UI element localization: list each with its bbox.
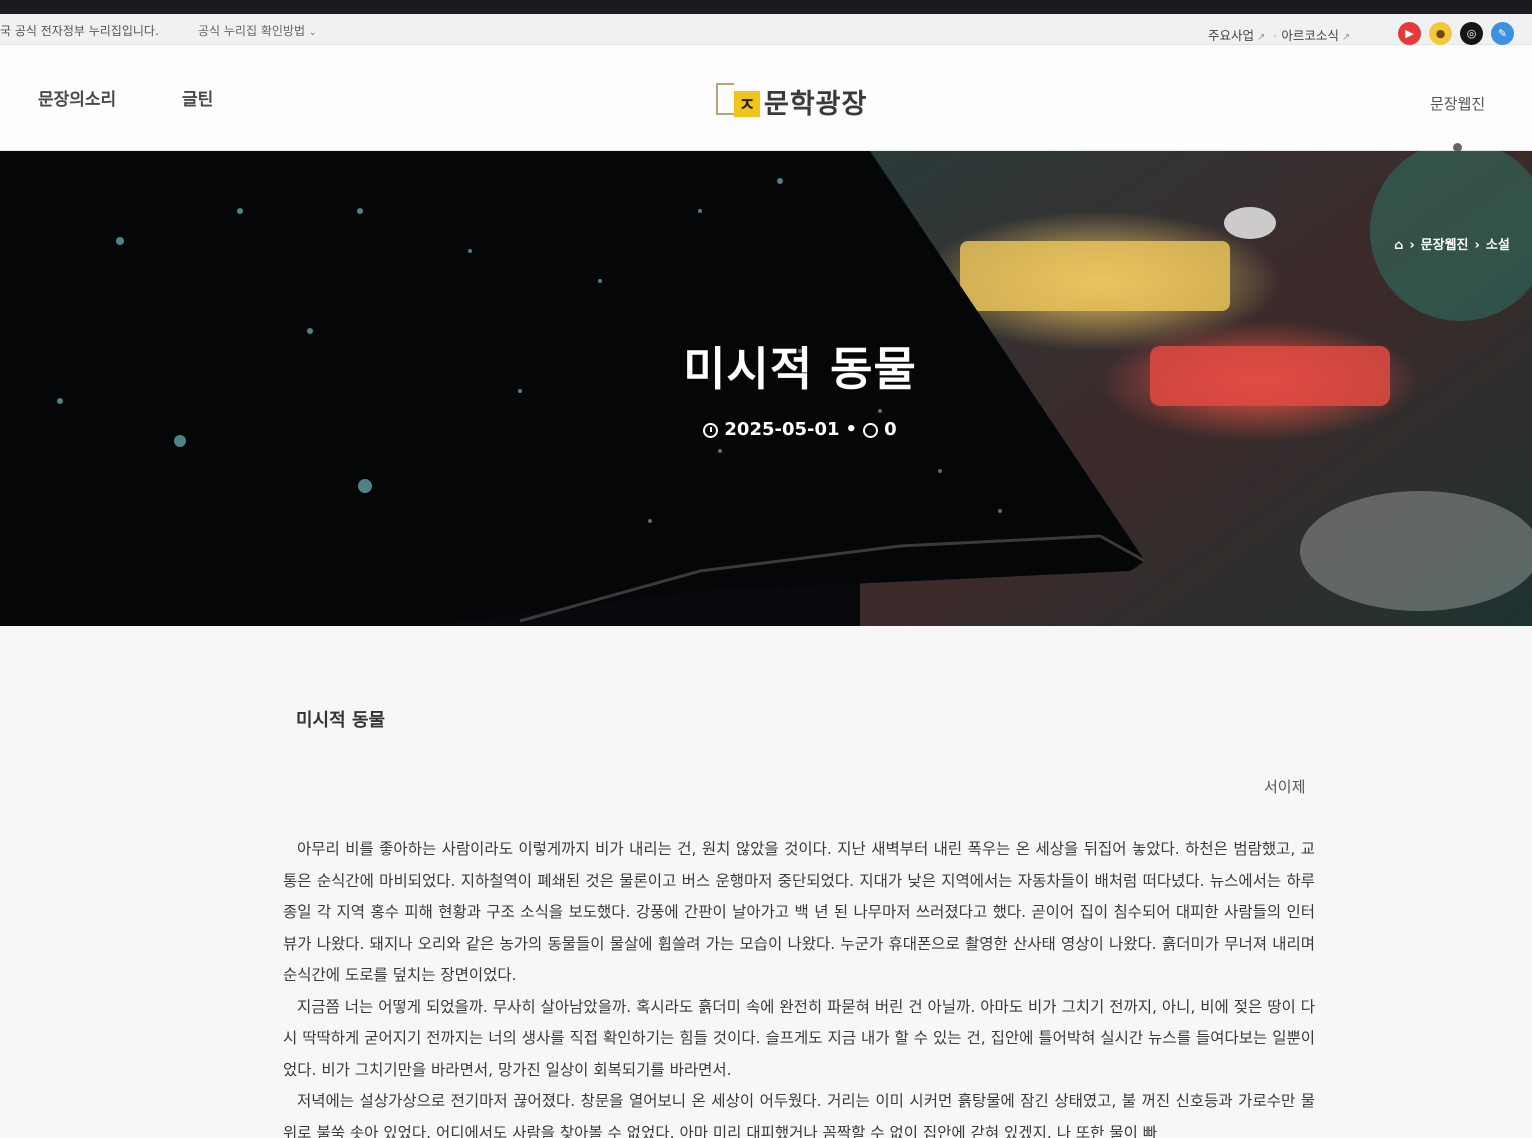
chevron-down-icon: ⌄ bbox=[309, 28, 317, 38]
article-body: 미시적 동물 서이제 아무리 비를 좋아하는 사람이라도 이렇게까지 비가 내리… bbox=[0, 626, 1532, 1138]
nav-geulteen[interactable]: 글틴 bbox=[182, 85, 213, 110]
breadcrumb-separator: › bbox=[1474, 238, 1480, 253]
external-link-icon: ↗ bbox=[1341, 32, 1351, 43]
paragraph: 저녁에는 설상가상으로 전기마저 끊어졌다. 창문을 열어보니 온 세상이 어두… bbox=[283, 1092, 1315, 1138]
clock-icon bbox=[703, 423, 719, 438]
paragraph: 지금쯤 너는 어떻게 되었을까. 무사히 살아남았을까. 혹시라도 흙더미 속에… bbox=[283, 997, 1315, 1079]
gov-guide-label: 공식 누리집 확인방법 bbox=[198, 24, 305, 38]
breadcrumb-separator: › bbox=[1409, 238, 1415, 253]
instagram-icon[interactable]: ◎ bbox=[1460, 22, 1483, 45]
blog-icon[interactable]: ✎ bbox=[1491, 22, 1514, 45]
link-major-projects[interactable]: 주요사업 bbox=[1208, 28, 1254, 43]
breadcrumb: ⌂ › 문장웹진 › 소설 bbox=[1394, 234, 1510, 253]
external-link-icon: ↗ bbox=[1257, 32, 1266, 43]
link-arko-news[interactable]: 아르코소식 bbox=[1281, 28, 1339, 43]
breadcrumb-novel[interactable]: 소설 bbox=[1486, 238, 1510, 253]
logo-text: 문학광장 bbox=[764, 88, 868, 120]
separator-dot: • bbox=[845, 419, 858, 440]
browser-viewport: 국 공식 전자정부 누리집입니다. 공식 누리집 확인방법 ⌄ 주요사업 ↗ · 아르코… bbox=[0, 14, 1532, 1138]
utility-bar: 국 공식 전자정부 누리집입니다. 공식 누리집 확인방법 ⌄ 주요사업 ↗ · 아르코… bbox=[0, 14, 1532, 45]
separator-dot: · bbox=[1273, 28, 1278, 43]
nav-munjang-webzine[interactable]: 문장웹진 bbox=[1430, 93, 1485, 114]
youtube-icon[interactable]: ▶ bbox=[1398, 22, 1421, 45]
breadcrumb-webzine[interactable]: 문장웹진 bbox=[1421, 238, 1469, 253]
hero-banner: ⌂ › 문장웹진 › 소설 미시적 동물 2025-05-01 • 0 bbox=[0, 151, 1532, 626]
home-icon[interactable]: ⌂ bbox=[1394, 238, 1403, 253]
article-author: 서이제 bbox=[1264, 778, 1306, 796]
site-logo[interactable]: ㅈ 문학광장 bbox=[716, 79, 867, 123]
gov-notice: 국 공식 전자정부 누리집입니다. bbox=[0, 24, 159, 38]
gov-guide-toggle[interactable]: 공식 누리집 확인방법 ⌄ bbox=[198, 22, 317, 39]
nav-munjang-voice[interactable]: 문장의소리 bbox=[38, 85, 116, 110]
post-date: 2025-05-01 bbox=[724, 419, 840, 440]
paragraph: 아무리 비를 좋아하는 사람이라도 이렇게까지 비가 내리는 건, 원치 않았을… bbox=[283, 840, 1315, 984]
hero-title: 미시적 동물 bbox=[683, 342, 917, 396]
post-meta: 2025-05-01 • 0 bbox=[0, 419, 1532, 440]
article-text: 아무리 비를 좋아하는 사람이라도 이렇게까지 비가 내리는 건, 원치 않았을… bbox=[283, 834, 1315, 1138]
article-title: 미시적 동물 bbox=[296, 710, 386, 731]
comment-count: 0 bbox=[884, 419, 897, 440]
logo-mark-icon: ㅈ bbox=[716, 81, 762, 121]
site-header: 문장의소리 글틴 ㅈ 문학광장 문장웹진 bbox=[0, 45, 1532, 152]
utility-links: 주요사업 ↗ · 아르코소식 ↗ bbox=[1208, 25, 1354, 44]
comment-icon bbox=[863, 423, 879, 438]
kakao-icon[interactable]: ● bbox=[1429, 22, 1452, 45]
